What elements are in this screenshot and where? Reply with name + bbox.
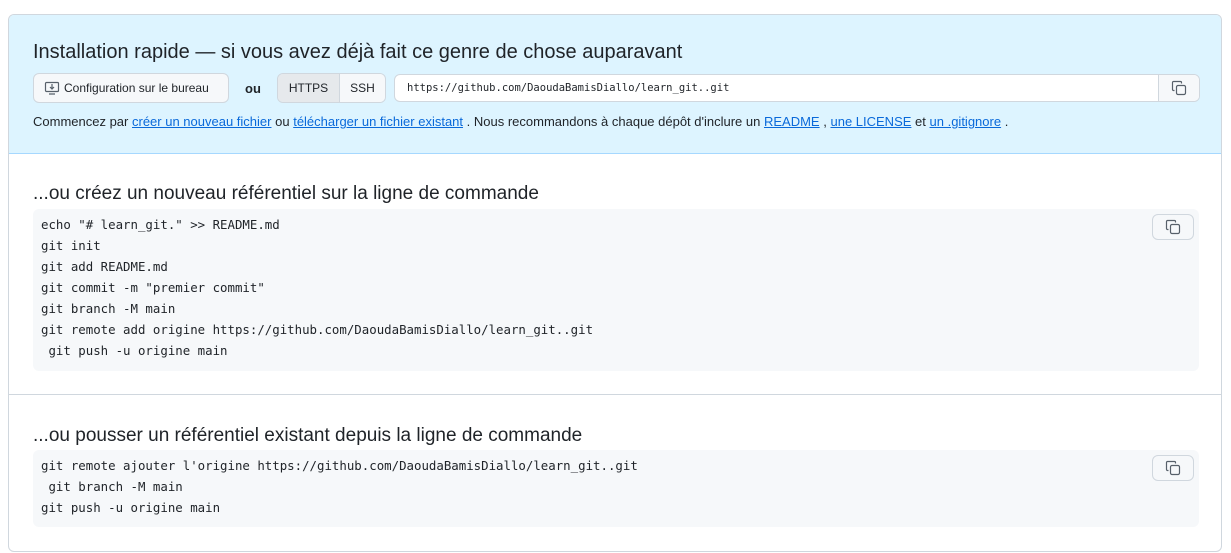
copy-icon [1171,80,1187,96]
copy-existing-repo-commands-button[interactable] [1152,455,1194,481]
code-line: git branch -M main [41,479,183,494]
create-new-file-link[interactable]: créer un nouveau fichier [132,114,271,129]
protocol-ssh-button[interactable]: SSH [340,74,385,102]
instructions-and: et [915,114,926,129]
instructions-end: . [1004,114,1009,129]
protocol-selector: HTTPS SSH [277,73,386,103]
code-line: git remote ajouter l'origine https://git… [41,458,638,473]
or-label: ou [245,81,261,96]
clone-url-box [394,74,1200,102]
existing-repo-title: ...ou pousser un référentiel existant de… [33,425,583,446]
code-line: git branch -M main [41,301,176,316]
setup-desktop-label: Configuration sur le bureau [64,81,209,95]
new-repo-section: ...ou créez un nouveau référentiel sur l… [9,154,1221,395]
readme-link[interactable]: README [764,114,820,129]
instructions-or: ou [275,114,290,129]
protocol-https-button[interactable]: HTTPS [278,74,340,102]
existing-repo-section: ...ou pousser un référentiel existant de… [9,395,1221,551]
existing-repo-code-block: git remote ajouter l'origine https://git… [33,450,1199,527]
gitignore-link[interactable]: un .gitignore [930,114,1002,129]
copy-new-repo-commands-button[interactable] [1152,214,1194,240]
instructions-comma: , [823,114,827,129]
code-line: git add README.md [41,259,168,274]
copy-icon [1165,460,1181,476]
quick-setup-instructions: Commencez par créer un nouveau fichier o… [33,114,1008,129]
code-line: echo "# learn_git." >> README.md [41,217,280,232]
upload-existing-file-link[interactable]: télécharger un fichier existant [293,114,463,129]
quick-setup-panel: Installation rapide — si vous avez déjà … [8,14,1222,552]
copy-url-button[interactable] [1158,75,1199,101]
new-repo-title: ...ou créez un nouveau référentiel sur l… [33,183,539,204]
copy-icon [1165,219,1181,235]
instructions-prefix: Commencez par [33,114,129,129]
setup-desktop-button[interactable]: Configuration sur le bureau [33,73,229,103]
code-line: git push -u origine main [41,343,228,358]
instructions-recommend: . Nous recommandons à chaque dépôt d'inc… [466,114,761,129]
code-line: git commit -m "premier commit" [41,280,265,295]
quick-setup-title: Installation rapide — si vous avez déjà … [33,41,683,63]
desktop-download-icon [44,81,60,95]
new-repo-code-block: echo "# learn_git." >> README.md git ini… [33,209,1199,371]
code-line: git push -u origine main [41,500,221,515]
clone-url-input[interactable] [395,75,1158,101]
license-link[interactable]: une LICENSE [830,114,911,129]
quick-setup-section: Installation rapide — si vous avez déjà … [9,15,1221,154]
code-line: git init [41,238,101,253]
code-line: git remote add origine https://github.co… [41,322,594,337]
